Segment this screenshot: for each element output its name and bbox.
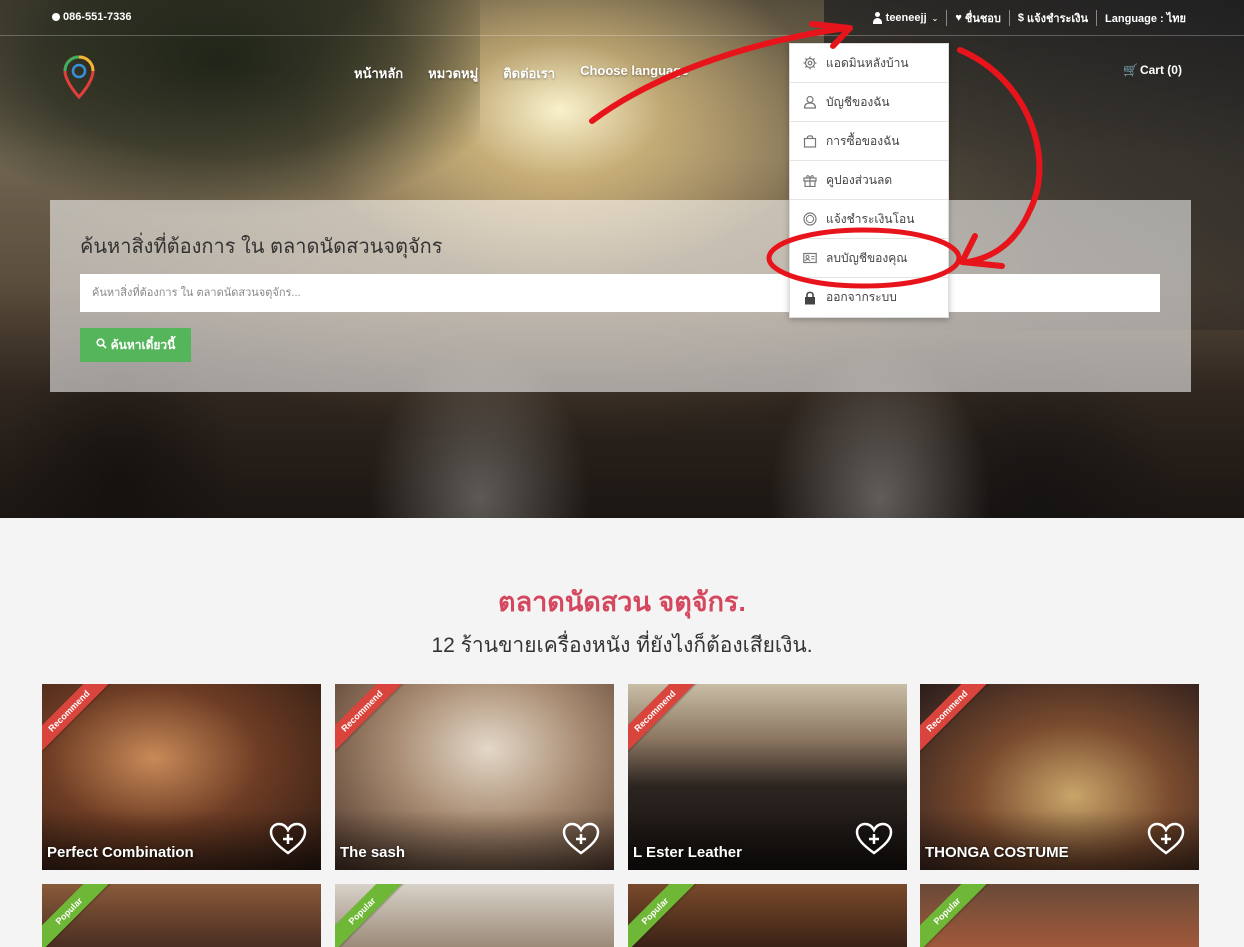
heart-icon: ♥ bbox=[955, 12, 962, 24]
menu-item-delete-account[interactable]: ลบบัญชีของคุณ bbox=[790, 239, 948, 278]
menu-item-my-purchases[interactable]: การซื้อของฉัน bbox=[790, 122, 948, 161]
nav-home[interactable]: หน้าหลัก bbox=[354, 63, 403, 84]
payment-notice-label: แจ้งชำระเงิน bbox=[1027, 13, 1089, 25]
add-favorite-heart-icon[interactable] bbox=[562, 822, 600, 856]
phone-number: 086-551-7336 bbox=[63, 11, 132, 23]
menu-item-coupons[interactable]: คูปองส่วนลด bbox=[790, 161, 948, 200]
shop-card[interactable]: Popular bbox=[628, 884, 907, 947]
section-title: ตลาดนัดสวน จตุจักร. bbox=[498, 587, 746, 617]
shopping-bag-icon bbox=[802, 133, 818, 149]
language-label: Language : ไทย bbox=[1105, 13, 1186, 25]
user-menu-toggle[interactable]: teeneejj ⌄ bbox=[864, 10, 948, 26]
shop-card[interactable]: Recommend The sash bbox=[335, 684, 614, 870]
user-outline-icon bbox=[802, 94, 818, 110]
phone-icon bbox=[52, 13, 60, 21]
shop-name: L Ester Leather bbox=[633, 844, 742, 861]
lock-icon bbox=[802, 290, 818, 306]
gift-icon bbox=[802, 172, 818, 188]
top-account-menu: teeneejj ⌄ ♥ ชื่นชอบ $ แจ้งชำระเงิน Lang… bbox=[864, 10, 1186, 26]
menu-item-transfer-payment[interactable]: แจ้งชำระเงินโอน bbox=[790, 200, 948, 239]
menu-item-label: คูปองส่วนลด bbox=[826, 172, 893, 187]
nav-categories[interactable]: หมวดหมู่ bbox=[428, 63, 478, 84]
cart-icon: 🛒 bbox=[1123, 63, 1138, 77]
popular-ribbon: Popular bbox=[628, 884, 701, 947]
site-logo[interactable] bbox=[62, 55, 96, 101]
menu-item-label: ออกจากระบบ bbox=[826, 290, 897, 304]
add-favorite-heart-icon[interactable] bbox=[1147, 822, 1185, 856]
menu-item-logout[interactable]: ออกจากระบบ bbox=[790, 278, 948, 317]
menu-item-my-account[interactable]: บัญชีของฉัน bbox=[790, 83, 948, 122]
search-icon bbox=[96, 338, 107, 352]
map-pin-logo-icon bbox=[63, 55, 95, 100]
shop-name: The sash bbox=[340, 844, 406, 861]
menu-item-label: แอดมินหลังบ้าน bbox=[826, 55, 909, 70]
cart-link[interactable]: 🛒 Cart (0) bbox=[1123, 63, 1182, 77]
shop-card[interactable]: Recommend Perfect Combination bbox=[42, 684, 321, 870]
chevron-down-icon: ⌄ bbox=[931, 13, 939, 23]
user-icon bbox=[872, 12, 883, 24]
nav-choose-language[interactable]: Choose language bbox=[580, 63, 688, 84]
menu-item-label: ลบบัญชีของคุณ bbox=[826, 250, 908, 265]
favorites-label: ชื่นชอบ bbox=[964, 13, 1001, 25]
recommend-ribbon: Recommend bbox=[920, 684, 993, 757]
favorites-link[interactable]: ♥ ชื่นชอบ bbox=[947, 10, 1010, 26]
coin-icon bbox=[802, 211, 818, 227]
search-button-label: ค้นหาเดี๋ยวนี้ bbox=[110, 337, 176, 352]
menu-item-admin[interactable]: แอดมินหลังบ้าน bbox=[790, 44, 948, 83]
add-favorite-heart-icon[interactable] bbox=[855, 822, 893, 856]
menu-item-label: การซื้อของฉัน bbox=[826, 133, 900, 148]
shop-name: THONGA COSTUME bbox=[925, 844, 1069, 861]
id-card-icon bbox=[802, 250, 818, 266]
recommend-ribbon: Recommend bbox=[628, 684, 701, 757]
phone-contact[interactable]: 086-551-7336 bbox=[52, 11, 132, 23]
main-nav: หน้าหลัก หมวดหมู่ ติดต่อเรา Choose langu… bbox=[354, 63, 688, 84]
shop-card[interactable]: Popular bbox=[42, 884, 321, 947]
search-button[interactable]: ค้นหาเดี๋ยวนี้ bbox=[80, 328, 191, 362]
search-panel: ค้นหาสิ่งที่ต้องการ ใน ตลาดนัดสวนจตุจักร… bbox=[50, 200, 1191, 392]
recommend-ribbon: Recommend bbox=[335, 684, 408, 757]
menu-item-label: แจ้งชำระเงินโอน bbox=[826, 211, 915, 226]
shop-card[interactable]: Recommend L Ester Leather bbox=[628, 684, 907, 870]
dollar-icon: $ bbox=[1017, 12, 1025, 24]
menu-item-label: บัญชีของฉัน bbox=[826, 94, 890, 109]
top-bar: 086-551-7336 teeneejj ⌄ ♥ ชื่นชอบ $ แจ้ง… bbox=[0, 0, 1244, 36]
payment-notice-link[interactable]: $ แจ้งชำระเงิน bbox=[1010, 10, 1098, 26]
language-selector[interactable]: Language : ไทย bbox=[1097, 10, 1186, 26]
user-dropdown-menu: แอดมินหลังบ้าน บัญชีของฉัน การซื้อของฉัน… bbox=[789, 43, 949, 318]
search-title: ค้นหาสิ่งที่ต้องการ ใน ตลาดนัดสวนจตุจักร bbox=[80, 236, 443, 258]
section-subtitle: 12 ร้านขายเครื่องหนัง ที่ยังไงก็ต้องเสีย… bbox=[431, 634, 813, 657]
search-input[interactable] bbox=[80, 274, 1160, 312]
shop-card[interactable]: Recommend THONGA COSTUME bbox=[920, 684, 1199, 870]
nav-contact[interactable]: ติดต่อเรา bbox=[503, 63, 555, 84]
recommend-ribbon: Recommend bbox=[42, 684, 115, 757]
gear-icon bbox=[802, 55, 818, 71]
popular-ribbon: Popular bbox=[42, 884, 115, 947]
add-favorite-heart-icon[interactable] bbox=[269, 822, 307, 856]
username: teeneejj bbox=[885, 12, 927, 24]
popular-ribbon: Popular bbox=[335, 884, 408, 947]
shop-card[interactable]: Popular bbox=[335, 884, 614, 947]
popular-ribbon: Popular bbox=[920, 884, 993, 947]
shop-card[interactable]: Popular bbox=[920, 884, 1199, 947]
shop-name: Perfect Combination bbox=[47, 844, 194, 861]
cart-label: Cart (0) bbox=[1139, 63, 1182, 77]
